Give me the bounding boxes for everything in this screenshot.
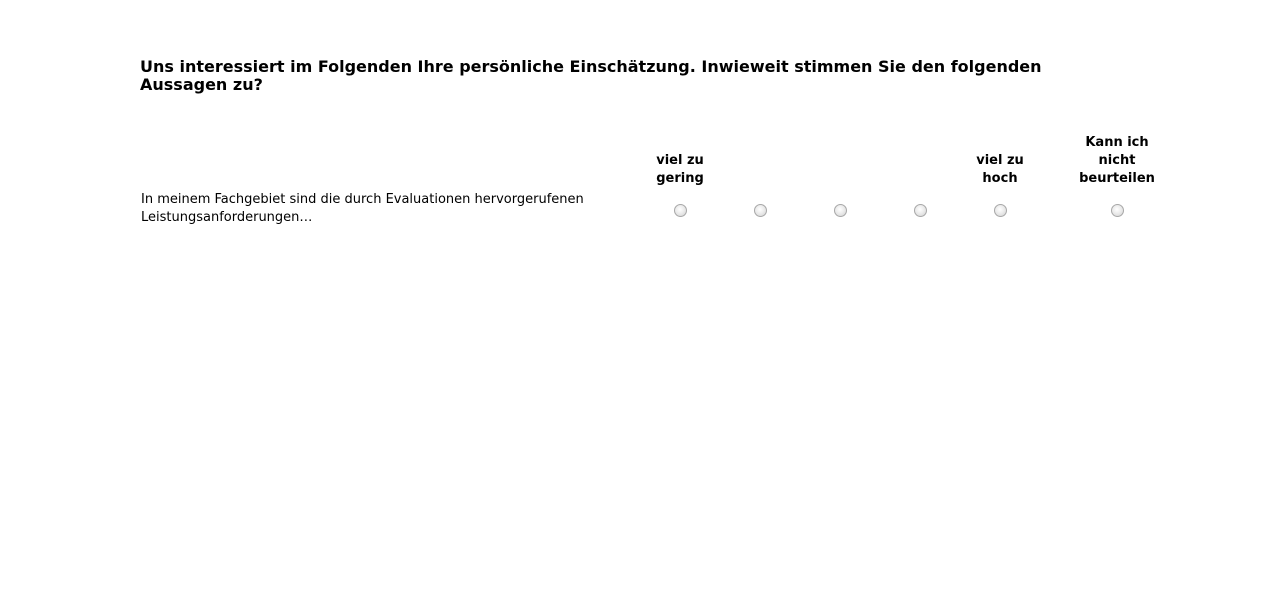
radio-option-3[interactable] [833, 203, 847, 217]
radio-cell [880, 191, 960, 227]
radio-cell [960, 191, 1040, 227]
matrix-row: In meinem Fachgebiet sind die durch Eval… [138, 191, 1194, 227]
radio-option-2[interactable] [753, 203, 767, 217]
scale-label-2 [720, 134, 800, 191]
scale-label-3 [800, 134, 880, 191]
scale-label-kann-ich-nicht-beurteilen: Kann ich nicht beurteilen [1079, 135, 1155, 186]
radio-cell [800, 191, 880, 227]
radio-option-5[interactable] [993, 203, 1007, 217]
rating-matrix: viel zu gering viel zu hoch Kann ich nic… [138, 134, 1194, 227]
radio-cell [640, 191, 720, 227]
scale-label-viel-zu-hoch: viel zu hoch [976, 153, 1024, 186]
statement-header [138, 134, 640, 191]
scale-label-4 [880, 134, 960, 191]
scale-label-viel-zu-gering: viel zu gering [656, 153, 704, 186]
radio-cell [720, 191, 800, 227]
radio-option-4[interactable] [913, 203, 927, 217]
radio-cell [1040, 191, 1194, 227]
statement-text: In meinem Fachgebiet sind die durch Eval… [141, 192, 584, 225]
radio-option-1[interactable] [673, 203, 687, 217]
scale-header-row: viel zu gering viel zu hoch Kann ich nic… [138, 134, 1194, 191]
question-title: Uns interessiert im Folgenden Ihre persö… [140, 57, 1042, 94]
radio-option-not-assessable[interactable] [1110, 203, 1124, 217]
